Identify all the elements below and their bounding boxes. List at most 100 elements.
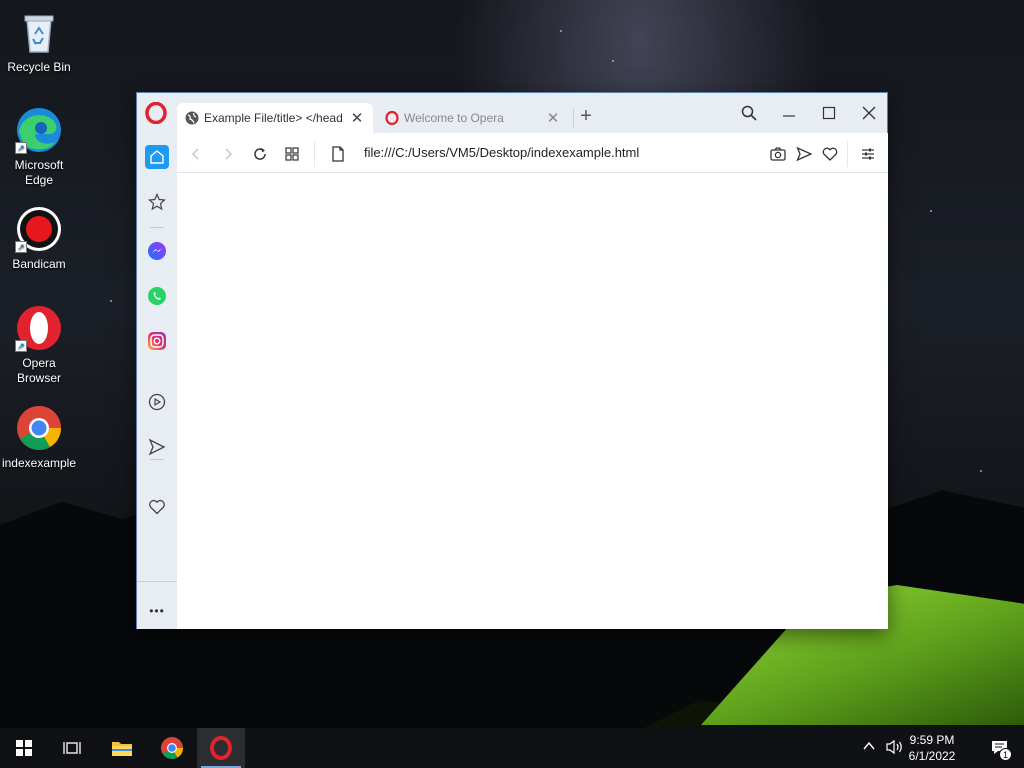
opera-icon [385,110,399,126]
opera-sidebar: ••• [137,133,177,629]
bandicam-icon: ↗ [15,205,63,253]
address-bar[interactable]: file:///C:/Users/VM5/Desktop/indexexampl… [364,145,639,160]
sidebar-divider [137,581,177,582]
navigation-toolbar: file:///C:/Users/VM5/Desktop/indexexampl… [177,133,888,173]
send-icon [148,438,166,456]
desktop-icon-label: Bandicam [12,257,66,271]
minimize-button[interactable] [775,101,803,125]
shortcut-arrow-icon: ↗ [15,340,27,352]
whatsapp-icon [148,287,166,305]
new-tab-button[interactable]: + [575,105,597,127]
reload-button[interactable] [249,143,271,165]
taskbar: 9:59 PM 6/1/2022 1 [0,728,1024,768]
star [930,210,932,212]
title-bar: Example File/title> </head ✕ Welcome to … [137,93,887,133]
start-button[interactable] [0,728,48,768]
sidebar-whatsapp-button[interactable] [145,284,169,308]
system-clock[interactable]: 9:59 PM 6/1/2022 [902,732,962,764]
sidebar-divider [150,227,164,228]
taskbar-chrome[interactable] [148,728,196,768]
page-info-button[interactable] [327,143,349,165]
windows-start-icon [16,740,32,756]
tab-title: Welcome to Opera [404,111,504,125]
toolbar-divider [847,141,848,167]
clock-time: 9:59 PM [909,733,955,747]
desktop-icon-recycle-bin[interactable]: Recycle Bin [1,8,77,75]
star-icon [148,193,166,211]
back-arrow-icon [191,148,199,160]
task-view-button[interactable] [48,728,96,768]
star [110,300,112,302]
sidebar-player-button[interactable] [145,390,169,414]
tab-divider [573,109,574,127]
forward-button[interactable] [217,143,239,165]
settings-sliders-icon [862,148,874,160]
grid-icon [285,147,299,161]
sidebar-bookmarks-button[interactable] [145,190,169,214]
desktop-icon-edge[interactable]: ↗ Microsoft Edge [1,106,77,188]
sidebar-messenger-button[interactable] [145,239,169,263]
shortcut-arrow-icon: ↗ [15,142,27,154]
desktop-icon-bandicam[interactable]: ↗ Bandicam [1,205,77,272]
desktop-icon-label: indexexample [1,456,77,470]
taskbar-opera[interactable] [197,728,245,768]
camera-icon [770,147,786,161]
star [612,60,614,62]
search-tabs-button[interactable] [735,101,763,125]
sidebar-pinboards-button[interactable] [145,495,169,519]
file-icon [332,146,344,162]
desktop-icon-label: Recycle Bin [7,60,71,74]
close-window-button[interactable] [855,101,883,125]
tab-example-file[interactable]: Example File/title> </head ✕ [177,103,373,133]
taskbar-file-explorer[interactable] [98,728,146,768]
forward-arrow-icon [225,148,233,160]
desktop-icon-indexexample[interactable]: indexexample [1,404,77,471]
home-icon [150,150,164,164]
clock-date: 6/1/2022 [908,749,956,763]
easy-setup-button[interactable] [857,143,879,165]
star [560,30,562,32]
opera-icon: ↗ [15,304,63,352]
tab-welcome-to-opera[interactable]: Welcome to Opera ✕ [377,103,569,133]
desktop-icon-label: Opera Browser [16,356,61,385]
snapshot-button[interactable] [767,143,789,165]
heart-icon [822,147,838,161]
search-icon [741,105,757,121]
maximize-icon [822,106,836,120]
show-hidden-icons-button[interactable] [862,739,876,756]
heart-icon [149,499,165,515]
player-icon [148,393,166,411]
desktop-icon-label: Microsoft Edge [14,158,64,187]
add-to-pinboard-button[interactable] [819,143,841,165]
messenger-icon [148,242,166,260]
tab-grid-button[interactable] [281,143,303,165]
action-center-button[interactable]: 1 [976,728,1024,768]
notification-badge: 1 [999,748,1012,761]
sidebar-divider [150,459,164,460]
desktop-icon-opera[interactable]: ↗ Opera Browser [1,304,77,386]
star [980,470,982,472]
back-button[interactable] [185,143,207,165]
sidebar-instagram-button[interactable] [145,329,169,353]
file-explorer-icon [112,742,132,756]
sidebar-flow-button[interactable] [145,435,169,459]
shortcut-arrow-icon: ↗ [15,241,27,253]
send-icon [796,146,812,162]
opera-menu-icon[interactable] [145,101,167,125]
sidebar-home-button[interactable] [145,145,169,169]
reload-icon [254,148,266,160]
chevron-up-icon [863,741,875,750]
instagram-icon [148,332,166,350]
minimize-icon [783,115,795,117]
close-tab-icon[interactable]: ✕ [349,109,365,127]
more-icon[interactable]: ••• [145,599,169,623]
chrome-icon [161,737,183,759]
page-content[interactable] [177,173,888,629]
edge-icon: ↗ [15,106,63,154]
task-view-icon [63,742,81,754]
close-tab-icon[interactable]: ✕ [545,109,561,127]
opera-browser-window: Example File/title> </head ✕ Welcome to … [136,92,888,629]
maximize-button[interactable] [815,101,843,125]
send-to-flow-button[interactable] [793,143,815,165]
recycle-bin-icon [15,8,63,56]
